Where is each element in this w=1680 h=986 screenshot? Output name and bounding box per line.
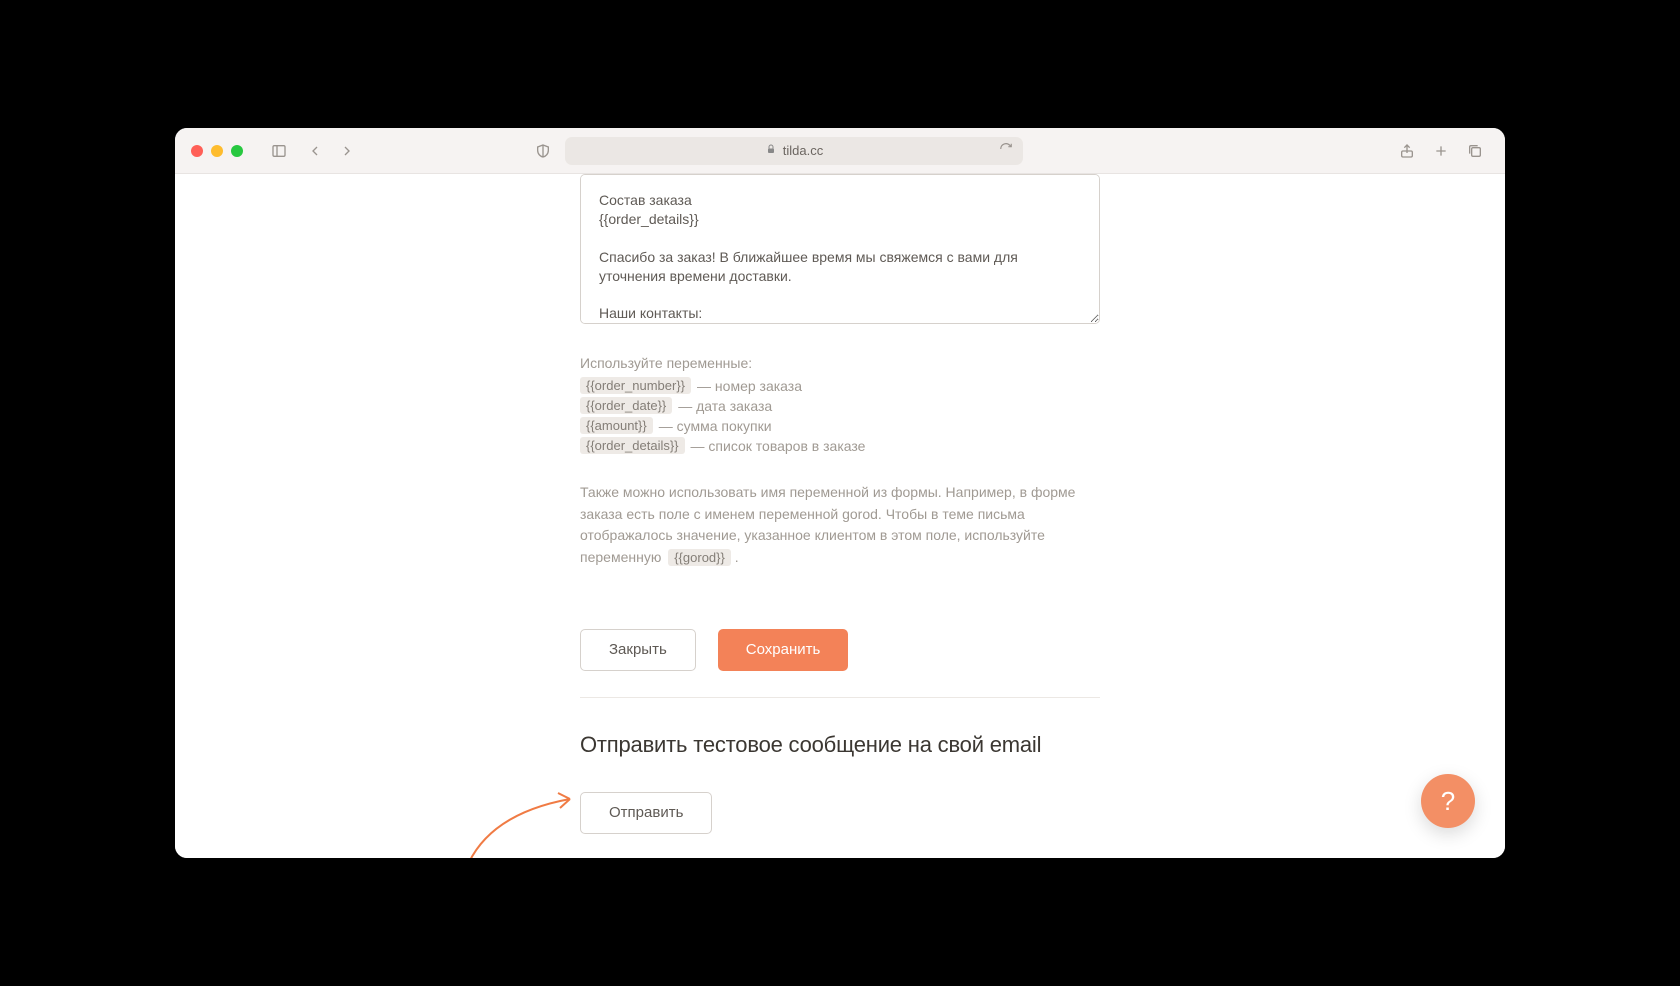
variable-token: {{amount}} [580, 417, 653, 434]
variable-row: {{amount}} — сумма покупки [580, 417, 1100, 434]
tabs-icon[interactable] [1461, 137, 1489, 165]
page-content: Используйте переменные: {{order_number}}… [175, 174, 1505, 858]
form-variable-note: Также можно использовать имя переменной … [580, 482, 1100, 569]
share-icon[interactable] [1393, 137, 1421, 165]
back-button[interactable] [301, 137, 329, 165]
close-button[interactable]: Закрыть [580, 629, 696, 671]
action-buttons: Закрыть Сохранить [580, 629, 1100, 671]
minimize-window-button[interactable] [211, 145, 223, 157]
address-bar-host: tilda.cc [783, 143, 823, 158]
save-button[interactable]: Сохранить [718, 629, 849, 671]
variable-desc: — сумма покупки [659, 418, 772, 434]
help-fab-label: ? [1441, 786, 1455, 817]
sidebar-toggle-icon[interactable] [265, 137, 293, 165]
lock-icon [765, 143, 777, 158]
variable-row: {{order_number}} — номер заказа [580, 377, 1100, 394]
shield-icon[interactable] [529, 137, 557, 165]
address-bar[interactable]: tilda.cc [565, 137, 1023, 165]
variable-row: {{order_date}} — дата заказа [580, 397, 1100, 414]
form-variable-note-text: Также можно использовать имя переменной … [580, 484, 1075, 565]
variable-desc: — номер заказа [697, 378, 802, 394]
close-window-button[interactable] [191, 145, 203, 157]
send-test-button[interactable]: Отправить [580, 792, 712, 834]
variable-desc: — список товаров в заказе [691, 438, 866, 454]
section-divider [580, 697, 1100, 698]
browser-window: tilda.cc Используйте переменные: {{or [175, 128, 1505, 858]
variables-list: {{order_number}} — номер заказа {{order_… [580, 377, 1100, 454]
form-variable-note-suffix: . [735, 549, 739, 565]
email-body-textarea[interactable] [580, 174, 1100, 324]
variable-token: {{gorod}} [668, 549, 731, 566]
browser-toolbar: tilda.cc [175, 128, 1505, 174]
variable-token: {{order_details}} [580, 437, 685, 454]
forward-button[interactable] [333, 137, 361, 165]
variable-desc: — дата заказа [678, 398, 772, 414]
variable-row: {{order_details}} — список товаров в зак… [580, 437, 1100, 454]
maximize-window-button[interactable] [231, 145, 243, 157]
help-fab-button[interactable]: ? [1421, 774, 1475, 828]
variable-token: {{order_date}} [580, 397, 672, 414]
new-tab-icon[interactable] [1427, 137, 1455, 165]
variable-token: {{order_number}} [580, 377, 691, 394]
variables-hint-label: Используйте переменные: [580, 353, 1100, 374]
reload-icon[interactable] [999, 142, 1013, 159]
window-controls [191, 145, 243, 157]
arrow-annotation-icon [458, 769, 583, 858]
test-email-heading: Отправить тестовое сообщение на свой ema… [580, 732, 1100, 758]
